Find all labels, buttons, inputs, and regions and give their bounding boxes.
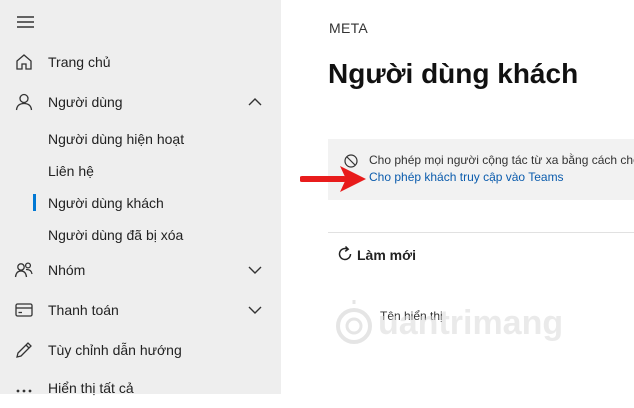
refresh-label: Làm mới <box>357 247 416 263</box>
sidebar-subitem-label: Người dùng khách <box>48 195 164 211</box>
divider <box>328 232 634 233</box>
sidebar-item-label: Tùy chỉnh dẫn hướng <box>48 342 182 358</box>
sidebar-item-label: Thanh toán <box>48 302 119 318</box>
home-icon <box>14 52 34 72</box>
credit-card-icon <box>14 300 34 320</box>
info-banner: Cho phép mọi người cộng tác từ xa bằng c… <box>328 139 634 200</box>
sidebar-subitem-label: Người dùng hiện hoạt <box>48 131 185 147</box>
sidebar-subitem-deleted-users[interactable]: Người dùng đã bị xóa <box>0 220 281 250</box>
chevron-down-icon[interactable] <box>246 301 264 319</box>
watermark-bulb-icon <box>336 300 372 344</box>
sidebar-item-customize-nav[interactable]: Tùy chỉnh dẫn hướng <box>0 333 281 367</box>
sidebar-subitem-label: Liên hệ <box>48 163 94 179</box>
sidebar-item-label: Trang chủ <box>48 54 111 70</box>
person-icon <box>14 92 34 112</box>
allow-guest-access-link[interactable]: Cho phép khách truy cập vào Teams <box>369 170 564 184</box>
sidebar-subitem-active-users[interactable]: Người dùng hiện hoạt <box>0 124 281 154</box>
sidebar-item-label: Người dùng <box>48 94 123 110</box>
red-arrow-annotation <box>299 164 368 194</box>
info-message: Cho phép mọi người cộng tác từ xa bằng c… <box>369 153 634 167</box>
active-indicator <box>33 194 36 211</box>
ellipsis-icon <box>14 381 34 401</box>
pencil-icon <box>14 340 34 360</box>
sidebar-item-label: Nhóm <box>48 262 86 278</box>
sidebar-subitem-label: Người dùng đã bị xóa <box>48 227 184 243</box>
hamburger-menu-icon[interactable] <box>16 12 36 32</box>
page-title: Người dùng khách <box>328 58 579 89</box>
sidebar: Trang chủ Người dùng Người dùng hiện hoạ… <box>0 0 281 396</box>
chevron-up-icon[interactable] <box>246 93 264 111</box>
sidebar-subitem-contacts[interactable]: Liên hệ <box>0 156 281 186</box>
sidebar-item-billing[interactable]: Thanh toán <box>0 293 281 327</box>
org-name: META <box>329 20 369 36</box>
chevron-down-icon[interactable] <box>246 261 264 279</box>
sidebar-item-show-all[interactable]: Hiển thị tất cả <box>0 374 281 408</box>
sidebar-item-users[interactable]: Người dùng <box>0 85 281 119</box>
group-icon <box>14 260 34 280</box>
sidebar-item-groups[interactable]: Nhóm <box>0 253 281 287</box>
watermark-text: uantrimang <box>378 304 564 342</box>
watermark-logo: uantrimang <box>332 300 563 358</box>
refresh-icon <box>336 245 354 263</box>
sidebar-subitem-guest-users[interactable]: Người dùng khách <box>0 188 281 218</box>
sidebar-item-home[interactable]: Trang chủ <box>0 45 281 79</box>
